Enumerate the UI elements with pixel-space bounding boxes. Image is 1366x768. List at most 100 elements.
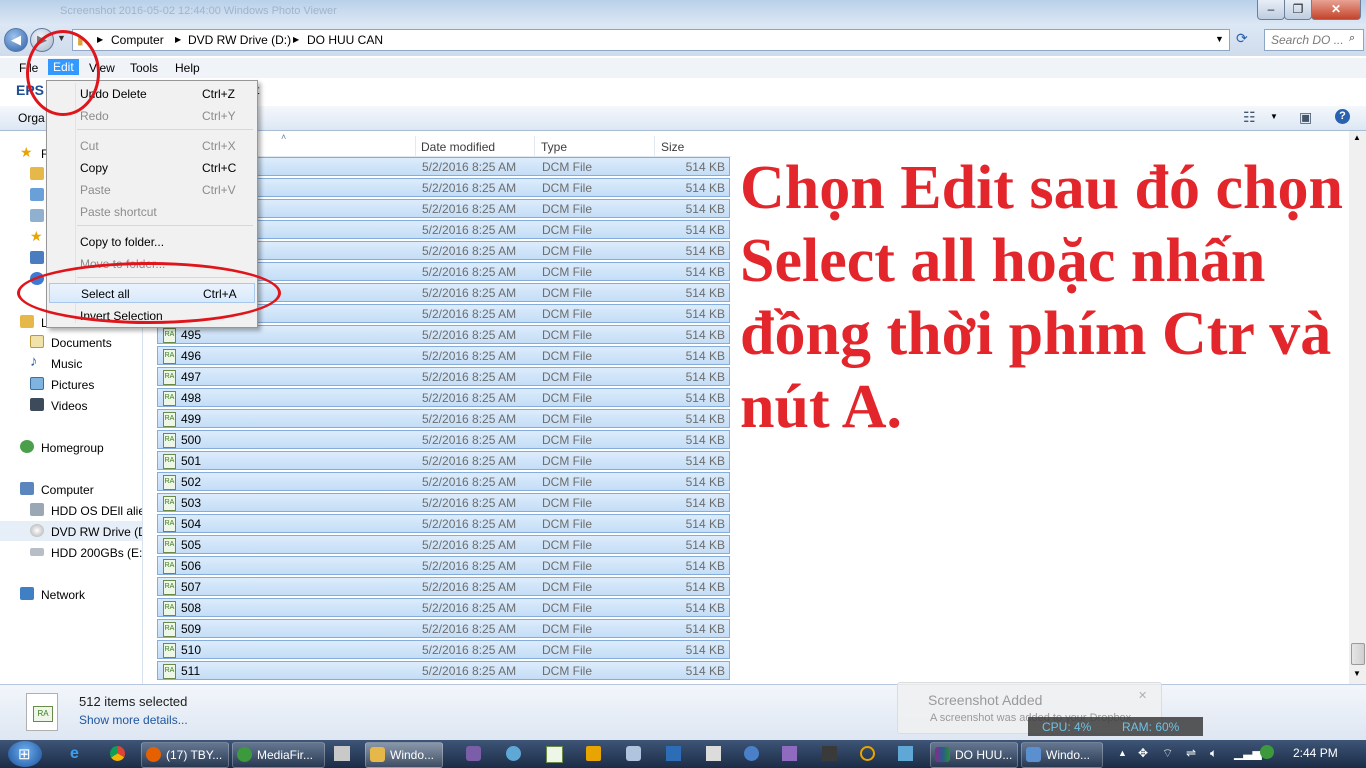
file-row[interactable]: RA 500 5/2/2016 8:25 AM DCM File 514 KB [157,430,730,449]
column-separator[interactable] [534,136,535,156]
menu-paste-shortcut[interactable]: Paste shortcut [47,201,257,221]
menu-help[interactable]: Help [175,61,200,75]
file-row[interactable]: RA 497 5/2/2016 8:25 AM DCM File 514 KB [157,367,730,386]
radiant-icon[interactable] [546,746,563,763]
breadcrumb-computer[interactable]: Computer [111,33,164,47]
file-row[interactable]: RA 505 5/2/2016 8:25 AM DCM File 514 KB [157,535,730,554]
app-icon[interactable] [586,746,601,761]
menu-item-shortcut: Ctrl+X [202,139,236,153]
menu-copy-to-folder[interactable]: Copy to folder... [47,231,257,251]
nav-homegroup[interactable]: Homegroup [0,437,142,457]
app-icon[interactable] [706,746,721,761]
menu-copy[interactable]: Copy Ctrl+C [47,157,257,177]
menu-cut[interactable]: Cut Ctrl+X [47,135,257,155]
app-icon[interactable] [822,746,837,761]
show-more-details-link[interactable]: Show more details... [79,713,188,727]
search-icon[interactable]: ⌕ [1349,32,1355,45]
clock[interactable]: 2:44 PM [1293,746,1338,760]
app-icon[interactable] [334,746,350,761]
view-options-icon[interactable]: ☷ [1243,109,1256,126]
nav-documents[interactable]: Documents [0,332,142,352]
nav-computer[interactable]: Computer [0,479,142,499]
volume-icon[interactable]: 🔈︎ [1210,746,1217,761]
column-size[interactable]: Size [661,140,684,154]
address-dropdown-icon[interactable]: ▼ [1215,34,1224,44]
preview-pane-icon[interactable]: ▣ [1299,109,1312,126]
file-row[interactable]: RA 504 5/2/2016 8:25 AM DCM File 514 KB [157,514,730,533]
wifi-icon[interactable]: ⌔ [1162,746,1173,761]
maximize-button[interactable]: ❐ [1284,0,1312,20]
app-icon[interactable] [860,746,875,761]
file-row[interactable]: RA 496 5/2/2016 8:25 AM DCM File 514 KB [157,346,730,365]
minimize-button[interactable]: – [1257,0,1285,20]
file-row[interactable]: RA 503 5/2/2016 8:25 AM DCM File 514 KB [157,493,730,512]
vertical-scrollbar[interactable]: ▲ ▼ [1349,131,1366,684]
app-icon[interactable] [466,746,481,761]
menu-tools[interactable]: Tools [130,61,158,75]
refresh-icon[interactable]: ⟳ [1236,30,1254,48]
search-input[interactable]: Search DO ... ⌕ [1264,29,1364,51]
nav-pictures[interactable]: Pictures [0,374,142,394]
column-separator[interactable] [415,136,416,156]
start-button[interactable]: ⊞ [8,741,42,767]
file-date: 5/2/2016 8:25 AM [422,307,517,321]
file-row[interactable]: RA 499 5/2/2016 8:25 AM DCM File 514 KB [157,409,730,428]
file-row[interactable]: RA 508 5/2/2016 8:25 AM DCM File 514 KB [157,598,730,617]
taskbar-button-explorer[interactable]: Windo... [365,742,443,768]
file-row[interactable]: RA 507 5/2/2016 8:25 AM DCM File 514 KB [157,577,730,596]
app-icon[interactable] [666,746,681,761]
file-row[interactable]: RA 510 5/2/2016 8:25 AM DCM File 514 KB [157,640,730,659]
nav-network[interactable]: Network [0,584,142,604]
column-type[interactable]: Type [541,140,567,154]
file-row[interactable]: RA 509 5/2/2016 8:25 AM DCM File 514 KB [157,619,730,638]
chrome-icon[interactable] [110,746,125,761]
nav-drive-d[interactable]: DVD RW Drive (D [0,521,142,541]
nav-drive-c[interactable]: HDD OS DEll alien [0,500,142,520]
path-separator-icon: ▶ [175,35,182,44]
libraries-icon [20,315,34,328]
file-date: 5/2/2016 8:25 AM [422,433,517,447]
nav-drive-e[interactable]: HDD 200GBs (E:) [0,542,142,562]
security-icon[interactable] [1260,745,1274,759]
menu-paste[interactable]: Paste Ctrl+V [47,179,257,199]
view-dropdown-icon[interactable]: ▼ [1270,112,1278,121]
scroll-up-icon[interactable]: ▲ [1351,133,1363,145]
taskbar-button-mediafire[interactable]: MediaFir... [232,742,325,768]
app-icon[interactable] [782,746,797,761]
scroll-thumb[interactable] [1351,643,1365,665]
help-icon[interactable]: ? [1335,109,1350,124]
app-icon[interactable] [506,746,521,761]
menu-bar: File Edit View Tools Help [0,58,1366,78]
file-date: 5/2/2016 8:25 AM [422,328,517,342]
breadcrumb-dvd-drive[interactable]: DVD RW Drive (D:) [188,33,291,47]
column-separator[interactable] [654,136,655,156]
taskbar-button-photo-viewer[interactable]: Windo... [1021,742,1103,768]
internet-explorer-icon[interactable]: e [70,745,79,763]
organize-button[interactable]: Orga [18,111,45,125]
file-date: 5/2/2016 8:25 AM [422,160,517,174]
app-icon[interactable] [626,746,641,761]
sort-arrow-icon: ˄ [281,132,287,142]
close-icon[interactable]: ✕ [1138,689,1147,702]
show-hidden-icons-button[interactable]: ▲ [1118,748,1127,758]
file-row[interactable]: RA 501 5/2/2016 8:25 AM DCM File 514 KB [157,451,730,470]
dropbox-tray-icon[interactable]: ✥ [1138,746,1148,760]
file-row[interactable]: RA 506 5/2/2016 8:25 AM DCM File 514 KB [157,556,730,575]
app-icon[interactable] [744,746,759,761]
column-date-modified[interactable]: Date modified [421,140,495,154]
file-row[interactable]: RA 498 5/2/2016 8:25 AM DCM File 514 KB [157,388,730,407]
file-row[interactable]: RA 511 5/2/2016 8:25 AM DCM File 514 KB [157,661,730,680]
address-input[interactable]: ▮ ▶ Computer ▶ DVD RW Drive (D:) ▶ DO HU… [72,29,1230,51]
nav-videos[interactable]: Videos [0,395,142,415]
close-button[interactable]: ✕ [1311,0,1361,20]
taskbar-button-winrar[interactable]: DO HUU... [930,742,1018,768]
usb-icon[interactable]: ⇌ [1186,746,1196,760]
signal-icon[interactable]: ▁▃▅ [1234,746,1262,760]
back-button[interactable]: ◀ [4,28,28,52]
taskbar-button-firefox[interactable]: (17) TBY... [141,742,229,768]
scroll-down-icon[interactable]: ▼ [1351,669,1363,681]
file-row[interactable]: RA 502 5/2/2016 8:25 AM DCM File 514 KB [157,472,730,491]
app-icon[interactable] [898,746,913,761]
nav-music[interactable]: ♪ Music [0,353,142,373]
breadcrumb-folder[interactable]: DO HUU CAN [307,33,383,47]
